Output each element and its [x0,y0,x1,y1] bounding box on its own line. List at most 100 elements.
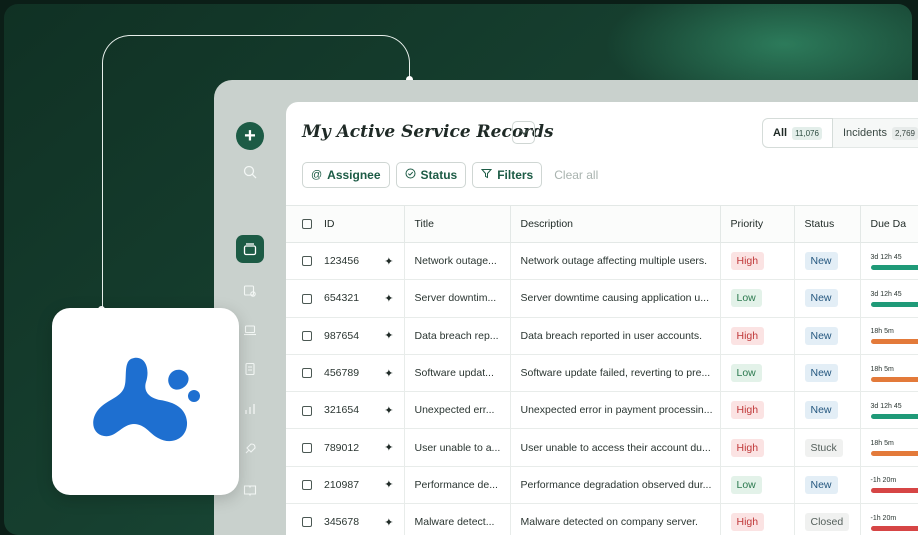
priority-cell: High [720,428,795,467]
table-row[interactable]: 789012 ✦ User unable to a... User unable … [286,428,918,467]
due-date-cell: 18h 5m [860,428,918,467]
status-cell: New [794,242,861,281]
column-header-title[interactable]: Title [404,205,511,243]
due-progress-bar [870,376,918,382]
due-time: -1h 20m [870,514,897,522]
row-checkbox[interactable] [302,368,312,379]
book-icon[interactable] [236,476,264,504]
sparkle-icon[interactable]: ✦ [384,329,393,342]
row-select-cell [286,354,314,393]
id-cell: 789012 ✦ [314,428,405,467]
table-row[interactable]: 321654 ✦ Unexpected err... Unexpected err… [286,391,918,430]
chip-label: Status [420,168,458,182]
document-icon[interactable] [236,355,264,383]
record-id: 456789 [324,367,360,380]
status-filter-button[interactable]: Status [395,162,467,188]
status-badge[interactable]: Closed [804,513,850,532]
row-select-cell [286,466,314,505]
title-cell: Unexpected err... [404,391,511,430]
chart-icon[interactable] [236,395,264,423]
status-badge[interactable]: New [804,364,838,383]
row-select-cell [286,279,314,318]
row-select-cell [286,428,314,467]
status-badge[interactable]: Stuck [804,438,843,457]
id-cell: 321654 ✦ [314,391,405,430]
stack-icon[interactable] [236,235,264,263]
row-select-cell [286,391,314,430]
sparkle-icon[interactable]: ✦ [384,478,393,491]
due-date-cell: 3d 12h 45 [860,391,918,430]
row-checkbox[interactable] [302,480,312,491]
row-checkbox[interactable] [302,405,312,416]
due-time: 3d 12h 45 [870,290,902,298]
sparkle-icon[interactable]: ✦ [384,367,393,380]
brand-logo-card [52,308,239,495]
status-cell: New [794,391,861,430]
filters-button[interactable]: Filters [472,162,543,188]
priority-cell: High [720,242,795,281]
column-header-description[interactable]: Description [510,205,721,243]
table-row[interactable]: 123456 ✦ Network outage... Network outage… [286,242,918,281]
priority-badge: High [730,438,765,457]
at-sign-icon: @ [311,169,323,181]
status-cell: New [794,279,861,318]
table-row[interactable]: 987654 ✦ Data breach rep... Data breach r… [286,317,918,355]
status-badge[interactable]: New [804,289,838,308]
sparkle-icon[interactable]: ✦ [384,255,393,268]
assignee-filter-button[interactable]: @ Assignee [302,162,390,188]
tab-all[interactable]: All 11,076 [762,118,833,148]
record-id: 210987 [324,478,360,491]
due-time: 18h 5m [870,365,894,373]
plus-icon[interactable]: + [236,122,264,150]
sparkle-icon[interactable]: ✦ [384,516,393,529]
due-time: 3d 12h 45 [870,402,902,410]
table-row[interactable]: 654321 ✦ Server downtim... Server downtim… [286,279,918,318]
select-all-checkbox[interactable] [302,219,312,230]
laptop-icon[interactable] [236,316,264,344]
priority-cell: High [720,317,795,355]
select-all-cell [286,205,314,243]
row-checkbox[interactable] [302,330,312,341]
due-date-cell: 18h 5m [860,354,918,393]
due-date-cell: -1h 20m [860,466,918,505]
status-cell: New [794,317,861,355]
search-icon[interactable] [236,158,264,186]
due-progress-bar [870,301,918,307]
status-badge[interactable]: New [804,401,838,420]
row-select-cell [286,503,314,535]
row-checkbox[interactable] [302,256,312,267]
due-date-cell: 3d 12h 45 [860,242,918,281]
table-row[interactable]: 456789 ✦ Software updat... Software updat… [286,354,918,393]
priority-badge: High [730,513,765,532]
row-checkbox[interactable] [302,293,312,304]
column-header-id[interactable]: ID [314,205,405,243]
column-header-due-date[interactable]: Due Da [860,205,918,243]
view-tabs: All 11,076 Incidents 2,769 [762,118,918,148]
record-id: 123456 [324,255,360,268]
clear-all-link[interactable]: Clear all [554,168,598,182]
status-badge[interactable]: New [804,326,838,345]
chip-label: Assignee [327,168,381,182]
due-time: 18h 5m [870,440,894,448]
table-row[interactable]: 345678 ✦ Malware detect... Malware detect… [286,503,918,535]
status-badge[interactable]: New [804,475,838,494]
sparkle-icon[interactable]: ✦ [384,292,393,305]
title-dropdown-button[interactable] [512,121,535,144]
rocket-icon[interactable] [236,435,264,463]
tab-incidents[interactable]: Incidents 2,769 [832,118,918,148]
sparkle-icon[interactable]: ✦ [384,404,393,417]
due-progress-bar [870,264,918,270]
table-row[interactable]: 210987 ✦ Performance de... Performance de… [286,466,918,505]
row-checkbox[interactable] [302,442,312,453]
title-cell: Software updat... [404,354,511,393]
record-id: 345678 [324,516,360,529]
column-header-status[interactable]: Status [794,205,861,243]
due-date-cell: 18h 5m [860,317,918,355]
status-badge[interactable]: New [804,252,838,271]
ticket-user-icon[interactable] [236,277,264,305]
priority-badge: Low [730,364,762,383]
sparkle-icon[interactable]: ✦ [384,441,393,454]
filter-bar: @ Assignee Status Filters Clear all [302,162,598,188]
column-header-priority[interactable]: Priority [720,205,795,243]
row-checkbox[interactable] [302,517,312,528]
